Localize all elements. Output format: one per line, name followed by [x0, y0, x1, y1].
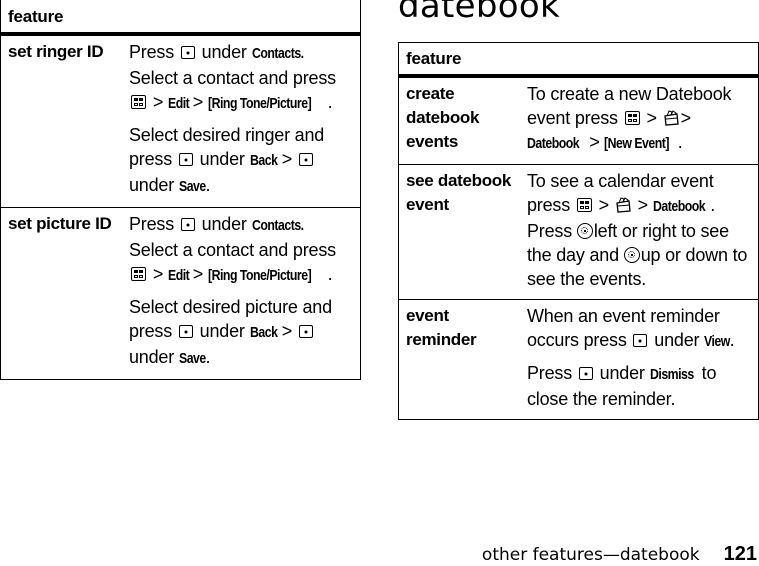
feature-name: set ringer ID: [8, 42, 104, 61]
ui-label: Datebook: [652, 198, 706, 215]
table-header: feature: [399, 43, 758, 78]
soft-key-icon: [178, 325, 193, 338]
office-tools-icon: [616, 197, 631, 213]
feature-name: event reminder: [406, 306, 477, 349]
table-row: set picture ID Press under Contacts. Sel…: [1, 208, 360, 379]
ui-label: View: [704, 333, 730, 350]
table-row: set ringer ID Press under Contacts. Sele…: [1, 36, 360, 208]
ui-label: Back: [249, 152, 278, 169]
feature-description: Press under Contacts. Select a contact a…: [122, 36, 360, 207]
nav-key-icon: [623, 247, 640, 263]
feature-description: To see a calendar event press > > Datebo…: [527, 171, 748, 289]
ui-label: Edit: [167, 95, 190, 112]
soft-key-icon: [298, 153, 313, 166]
ui-label: Save: [178, 178, 206, 195]
ui-label: Edit: [167, 267, 190, 284]
table-row: event reminder When an event reminder oc…: [399, 300, 758, 419]
office-tools-icon: [663, 110, 679, 126]
feature-name: see datebook event: [406, 171, 512, 214]
menu-key-icon: [131, 95, 146, 109]
ui-label: Back: [249, 324, 278, 341]
feature-name: create datebook events: [406, 84, 480, 151]
table-row: see datebook event To see a calendar eve…: [399, 165, 758, 300]
page-footer: other features—datebook 121: [482, 543, 759, 566]
ui-label: Contacts.: [251, 217, 304, 234]
soft-key-icon: [633, 334, 648, 347]
left-feature-table: feature set ringer ID Press under Contac…: [0, 0, 361, 380]
soft-key-icon: [180, 218, 195, 231]
ui-label: [Ring Tone/Picture]: [207, 95, 312, 112]
ui-label: Save: [178, 350, 206, 367]
soft-key-icon: [578, 367, 593, 380]
menu-key-icon: [576, 198, 592, 212]
datebook-feature-table: feature create datebook events To create…: [398, 42, 759, 420]
feature-description: When an event reminder occurs press unde…: [527, 306, 735, 409]
menu-key-icon: [624, 111, 640, 125]
feature-description: Press under Contacts. Select a contact a…: [122, 208, 360, 379]
ui-label: Datebook: [527, 135, 580, 152]
section-title: datebook: [398, 0, 560, 26]
table-header: feature: [1, 0, 360, 36]
ui-label: Dismiss: [649, 366, 694, 383]
soft-key-icon: [298, 325, 313, 338]
soft-key-icon: [178, 153, 193, 166]
table-row: create datebook events To create a new D…: [399, 78, 758, 165]
ui-label: Contacts.: [251, 45, 304, 62]
feature-name: set picture ID: [8, 214, 112, 233]
ui-label: [New Event]: [604, 135, 670, 152]
menu-key-icon: [131, 267, 146, 281]
nav-key-icon: [576, 223, 593, 239]
soft-key-icon: [180, 46, 195, 59]
ui-label: [Ring Tone/Picture]: [207, 267, 312, 284]
running-head: other features—datebook: [481, 545, 700, 565]
feature-description: To create a new Datebook event press > >…: [520, 78, 758, 164]
page-number: 121: [723, 543, 757, 565]
